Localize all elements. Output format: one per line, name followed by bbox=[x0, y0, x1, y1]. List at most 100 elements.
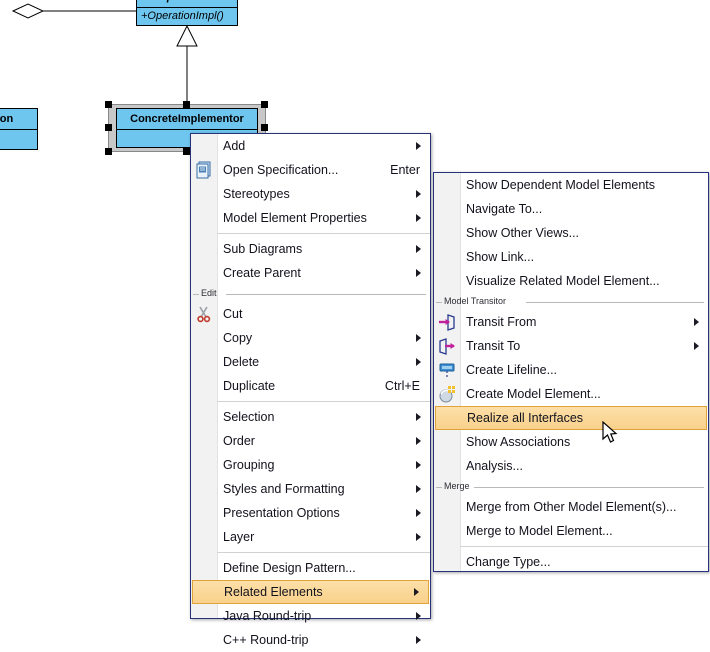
menu-item-define-design-pattern[interactable]: Define Design Pattern... bbox=[191, 556, 430, 580]
resize-handle-e[interactable] bbox=[261, 124, 268, 131]
menu-group-label: Edit bbox=[201, 288, 217, 298]
menu-item-label: Add bbox=[223, 139, 246, 153]
submenu-arrow-icon bbox=[416, 461, 421, 469]
menu-item-add[interactable]: Add bbox=[191, 134, 430, 158]
menu-item-sub-diagrams[interactable]: Sub Diagrams bbox=[191, 237, 430, 261]
menu-item-label: Cut bbox=[223, 307, 243, 321]
menu-item-label: Change Type... bbox=[466, 555, 551, 569]
menu-item-label: Order bbox=[223, 434, 255, 448]
resize-handle-ne[interactable] bbox=[261, 101, 268, 108]
uml-class-implementor[interactable]: Implementor +OperationImpl() bbox=[136, 0, 238, 26]
menu-item-grouping[interactable]: Grouping bbox=[191, 453, 430, 477]
menu-item-list[interactable]: Show Dependent Model Elements Navigate To… bbox=[434, 173, 708, 574]
menu-separator bbox=[217, 401, 430, 402]
submenu-arrow-icon bbox=[416, 612, 421, 620]
menu-item-visualize-related-model-element[interactable]: Visualize Related Model Element... bbox=[434, 269, 708, 293]
menu-item-shortcut: Enter bbox=[390, 163, 420, 177]
menu-item-label: Merge from Other Model Element(s)... bbox=[466, 500, 677, 514]
menu-item-presentation-options[interactable]: Presentation Options bbox=[191, 501, 430, 525]
menu-item-show-other-views[interactable]: Show Other Views... bbox=[434, 221, 708, 245]
menu-item-java-round-trip[interactable]: Java Round-trip bbox=[191, 604, 430, 628]
submenu-arrow-icon bbox=[416, 485, 421, 493]
menu-item-navigate-to[interactable]: Navigate To... bbox=[434, 197, 708, 221]
uml-class-abstraction[interactable]: ion bbox=[0, 108, 38, 150]
related-elements-submenu[interactable]: Show Dependent Model Elements Navigate To… bbox=[433, 172, 709, 572]
menu-item-create-model-element[interactable]: Create Model Element... bbox=[434, 382, 708, 406]
menu-item-list[interactable]: Add Open Specification... Enter Stereotypes… bbox=[191, 134, 430, 652]
lifeline-icon bbox=[439, 363, 455, 378]
menu-group-label: Merge bbox=[444, 481, 470, 491]
menu-item-layer[interactable]: Layer bbox=[191, 525, 430, 549]
submenu-arrow-icon bbox=[416, 334, 421, 342]
menu-item-label: Model Element Properties bbox=[223, 211, 367, 225]
menu-item-stereotypes[interactable]: Stereotypes bbox=[191, 182, 430, 206]
menu-separator bbox=[460, 546, 708, 547]
menu-item-transit-from[interactable]: Transit From bbox=[434, 310, 708, 334]
menu-item-duplicate[interactable]: Duplicate Ctrl+E bbox=[191, 374, 430, 398]
group-line-right bbox=[526, 302, 704, 303]
element-context-menu[interactable]: Add Open Specification... Enter Stereotypes… bbox=[190, 133, 431, 647]
menu-item-delete[interactable]: Delete bbox=[191, 350, 430, 374]
uml-class-name: ConcreteImplementor bbox=[117, 109, 257, 130]
menu-item-label: Layer bbox=[223, 530, 255, 544]
menu-item-related-elements[interactable]: Related Elements bbox=[192, 580, 429, 604]
menu-item-label: Visualize Related Model Element... bbox=[466, 274, 660, 288]
menu-group-separator: Merge bbox=[434, 481, 708, 494]
submenu-arrow-icon bbox=[416, 269, 421, 277]
uml-class-name: ion bbox=[0, 109, 37, 130]
menu-item-show-dependent-model-elements[interactable]: Show Dependent Model Elements bbox=[434, 173, 708, 197]
specification-icon bbox=[196, 161, 211, 179]
menu-item-label: Show Other Views... bbox=[466, 226, 580, 240]
submenu-arrow-icon bbox=[416, 358, 421, 366]
submenu-arrow-icon bbox=[414, 588, 419, 596]
submenu-arrow-icon bbox=[694, 342, 699, 350]
menu-item-label: Transit To bbox=[466, 339, 521, 353]
resize-handle-n[interactable] bbox=[183, 101, 190, 108]
menu-item-realize-all-interfaces[interactable]: Realize all Interfaces bbox=[435, 406, 707, 430]
submenu-arrow-icon bbox=[416, 533, 421, 541]
menu-item-merge-to-model-element[interactable]: Merge to Model Element... bbox=[434, 519, 708, 543]
menu-group-separator: Model Transitor bbox=[434, 296, 708, 309]
transit-to-icon bbox=[439, 338, 455, 355]
menu-separator bbox=[217, 233, 430, 234]
menu-item-selection[interactable]: Selection bbox=[191, 405, 430, 429]
menu-item-change-type[interactable]: Change Type... bbox=[434, 550, 708, 574]
menu-item-label: Grouping bbox=[223, 458, 275, 472]
submenu-arrow-icon bbox=[416, 245, 421, 253]
menu-item-label: Related Elements bbox=[224, 585, 323, 599]
resize-handle-nw[interactable] bbox=[105, 101, 112, 108]
menu-item-label: Show Dependent Model Elements bbox=[466, 178, 656, 192]
menu-item-model-element-properties[interactable]: Model Element Properties bbox=[191, 206, 430, 230]
model-element-icon bbox=[439, 386, 455, 403]
menu-item-styles-and-formatting[interactable]: Styles and Formatting bbox=[191, 477, 430, 501]
resize-handle-s[interactable] bbox=[183, 148, 190, 155]
menu-item-label: Create Model Element... bbox=[466, 387, 601, 401]
menu-item-create-lifeline[interactable]: Create Lifeline... bbox=[434, 358, 708, 382]
menu-item-label: Copy bbox=[223, 331, 253, 345]
group-line-left bbox=[436, 487, 442, 488]
menu-item-label: Show Associations bbox=[466, 435, 571, 449]
submenu-arrow-icon bbox=[416, 214, 421, 222]
menu-item-show-link[interactable]: Show Link... bbox=[434, 245, 708, 269]
menu-item-copy[interactable]: Copy bbox=[191, 326, 430, 350]
menu-item-label: Realize all Interfaces bbox=[467, 411, 584, 425]
resize-handle-sw[interactable] bbox=[105, 148, 112, 155]
submenu-arrow-icon bbox=[416, 413, 421, 421]
group-line-right bbox=[225, 294, 426, 295]
uml-class-body bbox=[0, 130, 37, 134]
menu-item-analysis[interactable]: Analysis... bbox=[434, 454, 708, 478]
resize-handle-w[interactable] bbox=[105, 124, 112, 131]
group-line-left bbox=[193, 294, 199, 295]
menu-item-cut[interactable]: Cut bbox=[191, 302, 430, 326]
menu-item-order[interactable]: Order bbox=[191, 429, 430, 453]
menu-item-merge-from-other-model-element-s[interactable]: Merge from Other Model Element(s)... bbox=[434, 495, 708, 519]
menu-item-label: Create Lifeline... bbox=[466, 363, 558, 377]
menu-item-show-associations[interactable]: Show Associations bbox=[434, 430, 708, 454]
menu-item-open-specification[interactable]: Open Specification... Enter bbox=[191, 158, 430, 182]
menu-item-create-parent[interactable]: Create Parent bbox=[191, 261, 430, 285]
menu-item-label: Create Parent bbox=[223, 266, 301, 280]
menu-item-transit-to[interactable]: Transit To bbox=[434, 334, 708, 358]
menu-item-c-round-trip[interactable]: C++ Round-trip bbox=[191, 628, 430, 652]
menu-item-label: Styles and Formatting bbox=[223, 482, 345, 496]
menu-item-label: Define Design Pattern... bbox=[223, 561, 356, 575]
